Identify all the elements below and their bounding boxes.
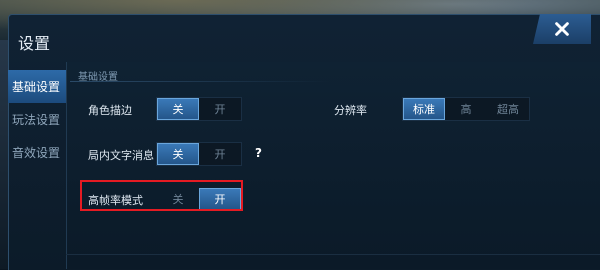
sidebar-item-label: 玩法设置 xyxy=(12,113,61,127)
bottom-divider xyxy=(66,254,600,255)
resolution-selector: 标准 高 超高 xyxy=(402,97,530,121)
sidebar: 基础设置 玩法设置 音效设置 xyxy=(8,70,66,269)
sidebar-item-basic[interactable]: 基础设置 xyxy=(8,70,66,103)
game-background-edge xyxy=(0,40,8,269)
in-game-text-label: 局内文字消息 xyxy=(88,149,154,162)
resolution-ultra-option[interactable]: 超高 xyxy=(487,98,529,120)
help-icon[interactable]: ? xyxy=(255,146,262,160)
outline-off-option[interactable]: 关 xyxy=(157,98,199,120)
section-divider xyxy=(70,81,330,82)
sidebar-item-sound[interactable]: 音效设置 xyxy=(8,136,66,169)
close-button[interactable] xyxy=(533,14,591,44)
settings-content xyxy=(66,62,600,269)
in-game-text-toggle: 关 开 xyxy=(156,142,242,166)
outline-label: 角色描边 xyxy=(88,104,132,117)
in-game-text-on-option[interactable]: 开 xyxy=(199,143,241,165)
resolution-label: 分辨率 xyxy=(334,104,367,117)
outline-toggle: 关 开 xyxy=(156,97,242,121)
outline-on-option[interactable]: 开 xyxy=(199,98,241,120)
resolution-high-option[interactable]: 高 xyxy=(445,98,487,120)
sidebar-item-label: 基础设置 xyxy=(12,80,61,94)
sidebar-item-label: 音效设置 xyxy=(12,146,61,160)
resolution-standard-option[interactable]: 标准 xyxy=(403,98,445,120)
close-icon xyxy=(555,22,569,36)
sidebar-item-gameplay[interactable]: 玩法设置 xyxy=(8,103,66,136)
in-game-text-off-option[interactable]: 关 xyxy=(157,143,199,165)
panel-title: 设置 xyxy=(18,34,51,53)
highlight-box xyxy=(80,180,243,211)
